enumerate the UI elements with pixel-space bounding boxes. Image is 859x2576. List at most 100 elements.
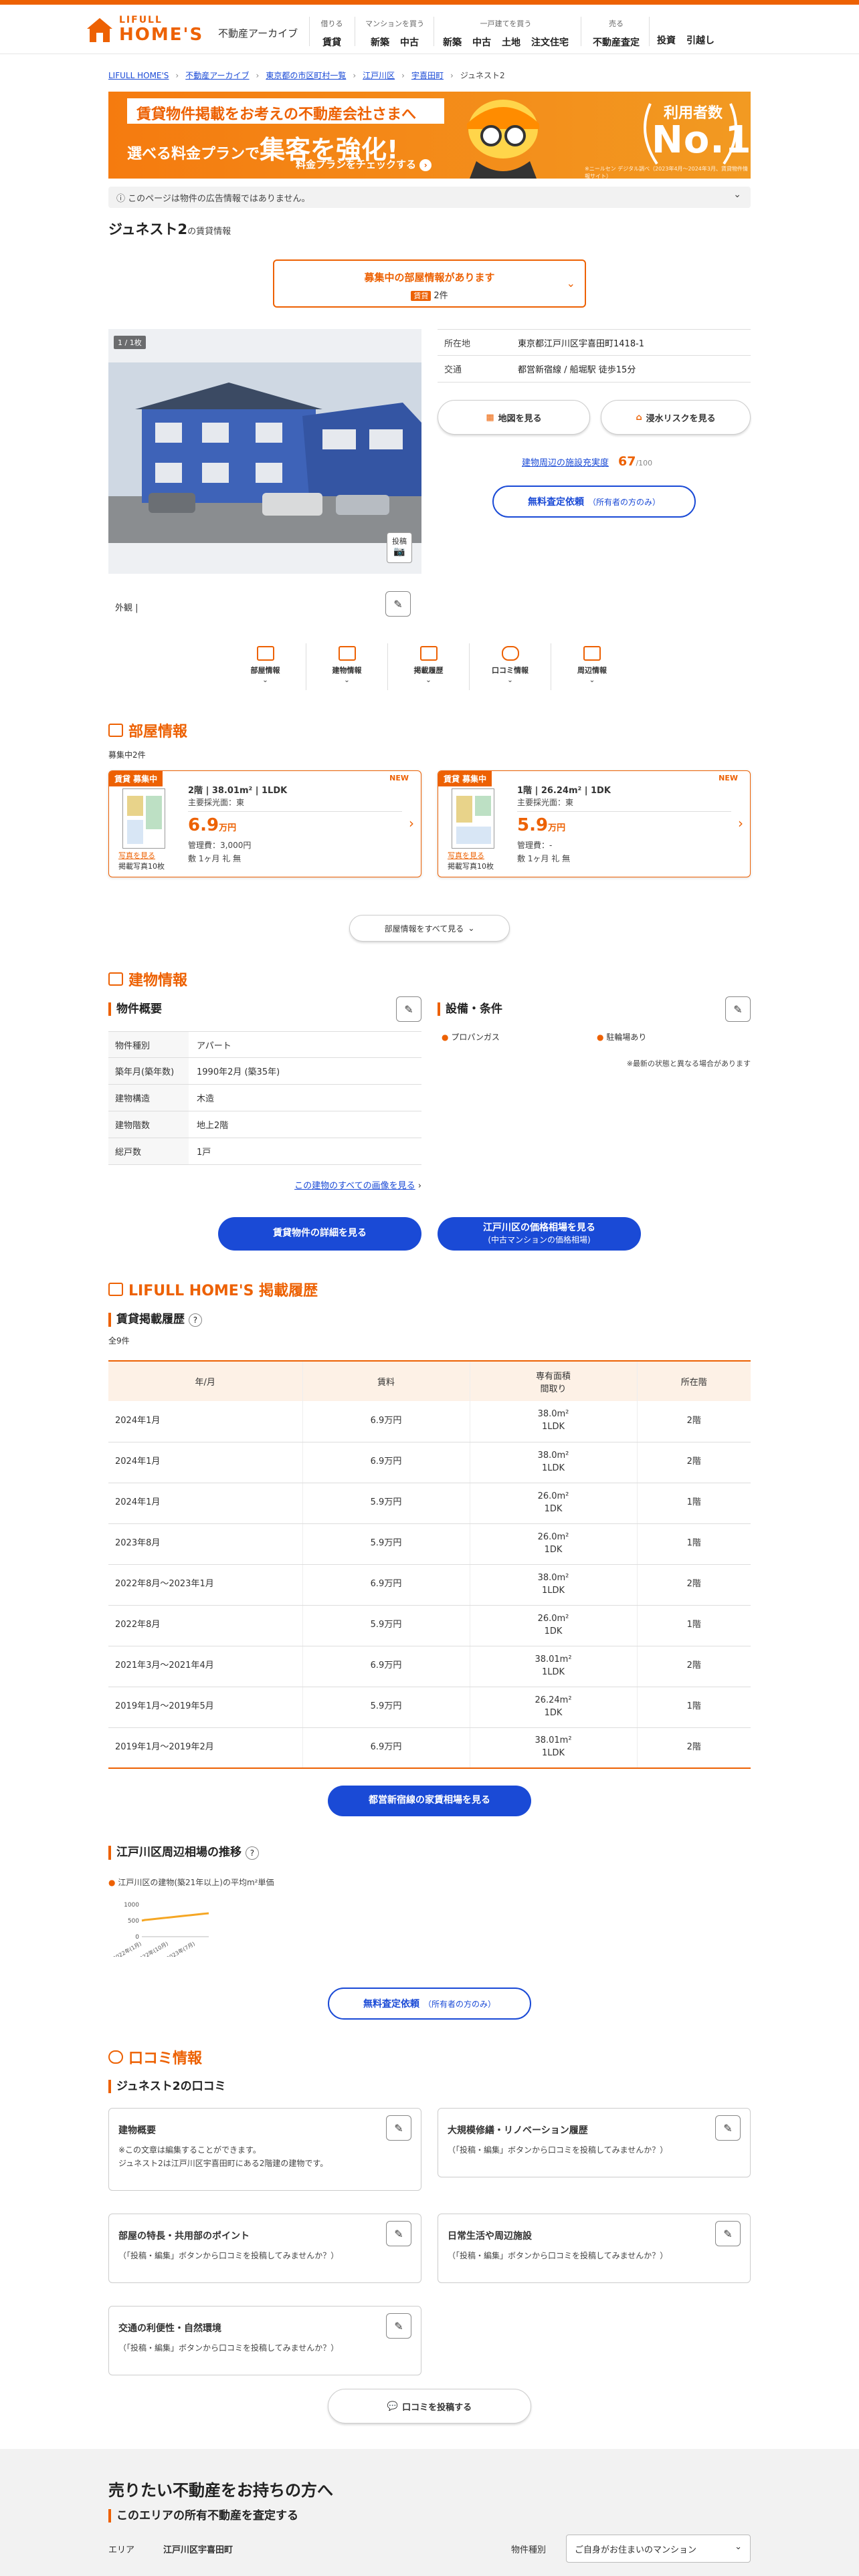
review-title: 大規模修繕・リノベーション履歴 [448,2125,588,2136]
photo-post-button[interactable]: 投稿 📷 [387,532,412,563]
post-review-button[interactable]: 💬 口コミを投稿する [328,2389,531,2424]
breadcrumb-item[interactable]: 不動産アーカイブ [185,70,249,81]
line-rent-market-button[interactable]: 都営新宿線の家賃相場を見る [328,1786,531,1816]
history-cell: 2階 [637,1442,751,1483]
ad-banner[interactable]: 賃貸物件掲載をお考えの不動産会社さまへ 選べる料金プランで集客を強化! 料金プラ… [108,92,751,179]
room-fee: 管理費：3,000円 [188,841,252,850]
room-photos-link[interactable]: 写真を見る [448,850,484,861]
appraisal-button-2[interactable]: 無料査定依頼 （所有者の方のみ） [328,1988,531,2020]
overview-value: 1990年2月 (築35年) [197,1067,280,1077]
nav-link-appraisal[interactable]: 不動産査定 [593,35,640,49]
edit-pencil-icon[interactable]: ✎ [385,591,411,617]
breadcrumb-item[interactable]: 江戸川区 [363,70,395,81]
facility-link[interactable]: 建物周辺の施設充実度 [522,458,609,468]
price-market-button[interactable]: 江戸川区の価格相場を見る (中古マンションの価格相場) [438,1217,641,1251]
room-photo-count: 掲載写真10枚 [448,862,494,871]
breadcrumb-item[interactable]: LIFULL HOME'S [108,71,169,80]
breadcrumb-sep-icon: › [401,70,405,80]
anchor-reviews[interactable]: 口コミ情報 ⌄ [470,643,551,690]
document-icon [419,646,438,661]
room-card[interactable]: 賃貸 募集中 NEW 写真を見る 掲載写真10枚 2階 | 38.01m² | … [108,770,421,877]
info-icon: ⓘ [116,194,126,204]
sell-type-label: 物件種別 [511,2545,547,2555]
site-logo[interactable]: LIFULL HOME'S [119,15,203,43]
help-icon[interactable]: ? [245,1846,259,1860]
nav-link-new-house[interactable]: 新築 [443,35,462,49]
appraisal-button[interactable]: 無料査定依頼 （所有者の方のみ） [492,486,696,518]
select-value: ご自身がお住まいのマンション [575,2545,697,2555]
room-photos-link[interactable]: 写真を見る [118,850,155,861]
main-photo[interactable]: 1 / 1枚 投稿 📷 [108,329,421,574]
nav-link-used-house[interactable]: 中古 [472,35,491,49]
trend-heading: 江戸川区周辺相場の推移 ? [108,1846,259,1860]
flood-risk-button[interactable]: ⌂ 浸水リスクを見る [601,400,751,435]
show-all-rooms-button[interactable]: 部屋情報をすべて見る ⌄ [349,915,510,942]
review-desc: ※この文章は編集することができます。 ジュネスト2は江戸川区宇喜田町にある2階建… [118,2145,328,2169]
edit-pencil-icon[interactable]: ✎ [396,996,421,1022]
history-row: 2024年1月 5.9万円 26.0m² 1DK 1階 [108,1483,751,1524]
home-logo-icon[interactable] [86,17,114,43]
flood-icon: ⌂ [636,412,642,423]
history-header: 賃料 [302,1360,470,1401]
history-cell: 6.9万円 [302,1646,470,1687]
breadcrumb-item[interactable]: 東京都の市区町村一覧 [266,70,346,81]
edit-pencil-icon[interactable]: ✎ [715,2115,741,2141]
price-market-label: 江戸川区の価格相場を見る [483,1222,595,1233]
nav-link-invest[interactable]: 投資 [657,33,676,47]
post-review-label: 口コミを投稿する [402,2402,472,2413]
facility-score-value: 67 [618,454,636,469]
anchor-surroundings[interactable]: 周辺情報 ⌄ [551,643,633,690]
sell-area-value: 江戸川区宇喜田町 [163,2545,233,2555]
banner-fine-print: ※ニールセン デジタル調べ（2023年4月〜2024年3月、賃貸物件情報サイト） [585,166,748,179]
history-cell: 2021年3月〜2021年4月 [108,1646,303,1687]
history-count: 全9件 [108,1336,130,1346]
floorplan-image [452,788,494,849]
edit-pencil-icon[interactable]: ✎ [386,2115,411,2141]
breadcrumb-item[interactable]: 宇喜田町 [411,70,444,81]
history-row: 2023年8月 5.9万円 26.0m² 1DK 1階 [108,1523,751,1565]
info-row-address: 所在地 東京都江戸川区宇喜田町1418-1 [438,329,751,356]
banner-cta[interactable]: 料金プランをチェックする › [296,158,432,171]
history-sub-label: 賃貸掲載履歴 [116,1313,185,1326]
info-label: 交通 [444,365,462,375]
review-title: 日常生活や周辺施設 [448,2231,532,2242]
page-title: ジュネスト2の賃貸情報 [108,219,231,239]
chat-icon [108,2050,123,2064]
edit-pencil-icon[interactable]: ✎ [725,996,751,1022]
anchor-rooms[interactable]: 部屋情報 ⌄ [225,643,306,690]
info-value: 東京都江戸川区宇喜田町1418-1 [518,338,645,349]
review-title: 建物概要 [118,2125,156,2136]
nav-caption: マンションを買う [365,19,424,28]
camera-icon: 📷 [393,546,405,557]
nav-link-moving[interactable]: 引越し [686,33,714,47]
edit-pencil-icon[interactable]: ✎ [715,2221,741,2246]
room-card[interactable]: 賃貸 募集中 NEW 写真を見る 掲載写真10枚 1階 | 26.24m² | … [438,770,751,877]
anchor-history[interactable]: 掲載履歴 ⌄ [388,643,470,690]
nav-link-rent[interactable]: 賃貸 [322,35,341,49]
vacancy-box[interactable]: 募集中の部屋情報があります 賃貸 2件 ⌄ [273,259,586,308]
all-images-link[interactable]: この建物のすべての画像を見る › [278,1178,421,1191]
notice-bar[interactable]: ⓘ このページは物件の広告情報ではありません。 ⌄ [108,187,751,208]
property-type-select[interactable]: ご自身がお住まいのマンション ⌄ [566,2535,751,2563]
help-icon[interactable]: ? [188,1313,202,1327]
vacancy-count-row: 賃貸 2件 [274,288,585,301]
overview-row: 物件種別 アパート [108,1031,421,1058]
logo-line2: HOME'S [119,25,204,45]
edit-pencil-icon[interactable]: ✎ [386,2221,411,2246]
section-title: 口コミ情報 [128,2050,203,2067]
new-badge: NEW [719,774,738,782]
breadcrumb-sep-icon: › [353,70,357,80]
edit-pencil-icon[interactable]: ✎ [386,2313,411,2339]
nav-link-land[interactable]: 土地 [502,35,520,49]
banner-cta-label: 料金プランをチェックする [296,158,417,171]
rental-detail-button[interactable]: 賃貸物件の詳細を見る [218,1217,421,1251]
nav-link-used-mansion[interactable]: 中古 [400,35,419,49]
nav-link-custom-house[interactable]: 注文住宅 [531,35,569,49]
room-direction: 主要採光面：東 [188,798,245,807]
nav-link-new-mansion[interactable]: 新築 [371,35,389,49]
history-cell: 2階 [637,1727,751,1769]
anchor-building[interactable]: 建物情報 ⌄ [306,643,388,690]
anchor-label: 周辺情報 [577,666,607,675]
trend-title: 江戸川区周辺相場の推移 [116,1846,242,1859]
map-button[interactable]: ▦ 地図を見る [438,400,590,435]
